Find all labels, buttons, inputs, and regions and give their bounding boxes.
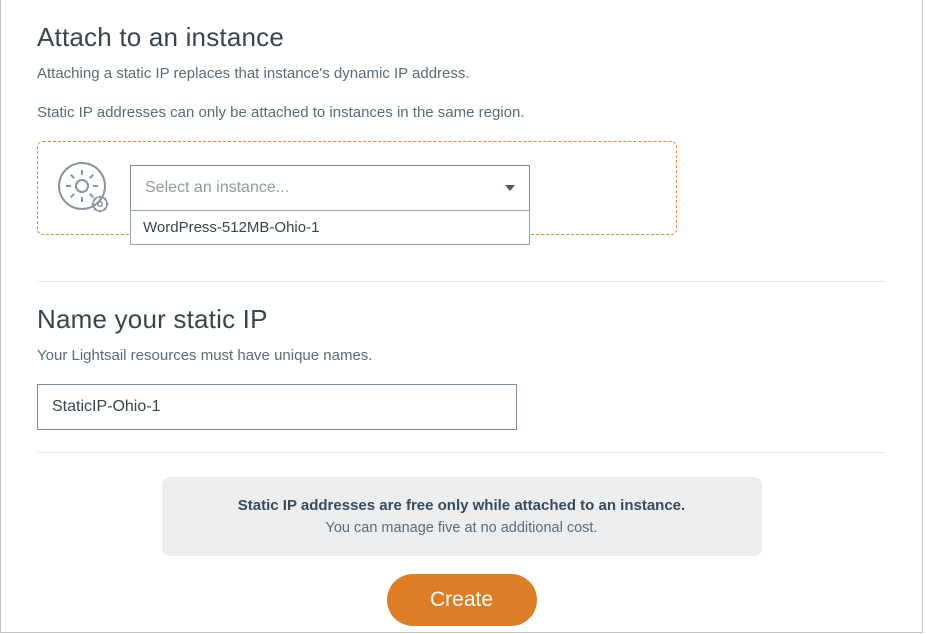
page-container: Attach to an instance Attaching a static… — [0, 0, 923, 633]
divider-1 — [37, 281, 886, 282]
static-ip-name-input[interactable] — [37, 384, 517, 430]
attach-desc-1: Attaching a static IP replaces that inst… — [37, 63, 886, 84]
instance-option-0[interactable]: WordPress-512MB-Ohio-1 — [131, 211, 529, 244]
instance-select-wrap: Select an instance... WordPress-512MB-Oh… — [130, 165, 530, 211]
pricing-info-panel: Static IP addresses are free only while … — [162, 477, 762, 556]
divider-2 — [37, 452, 886, 453]
attach-title: Attach to an instance — [37, 22, 886, 53]
pricing-info-sub: You can manage five at no additional cos… — [186, 520, 738, 536]
name-desc: Your Lightsail resources must have uniqu… — [37, 345, 886, 366]
instance-select-placeholder: Select an instance... — [145, 179, 289, 197]
instance-gear-icon — [56, 160, 112, 216]
instance-selector-box: Select an instance... WordPress-512MB-Oh… — [37, 141, 677, 235]
instance-select[interactable]: Select an instance... — [130, 165, 530, 211]
attach-desc-2: Static IP addresses can only be attached… — [37, 102, 886, 123]
pricing-info-bold: Static IP addresses are free only while … — [186, 497, 738, 514]
name-title: Name your static IP — [37, 304, 886, 335]
create-button[interactable]: Create — [387, 574, 537, 626]
chevron-down-icon — [505, 185, 515, 191]
instance-dropdown-list: WordPress-512MB-Ohio-1 — [130, 210, 530, 245]
